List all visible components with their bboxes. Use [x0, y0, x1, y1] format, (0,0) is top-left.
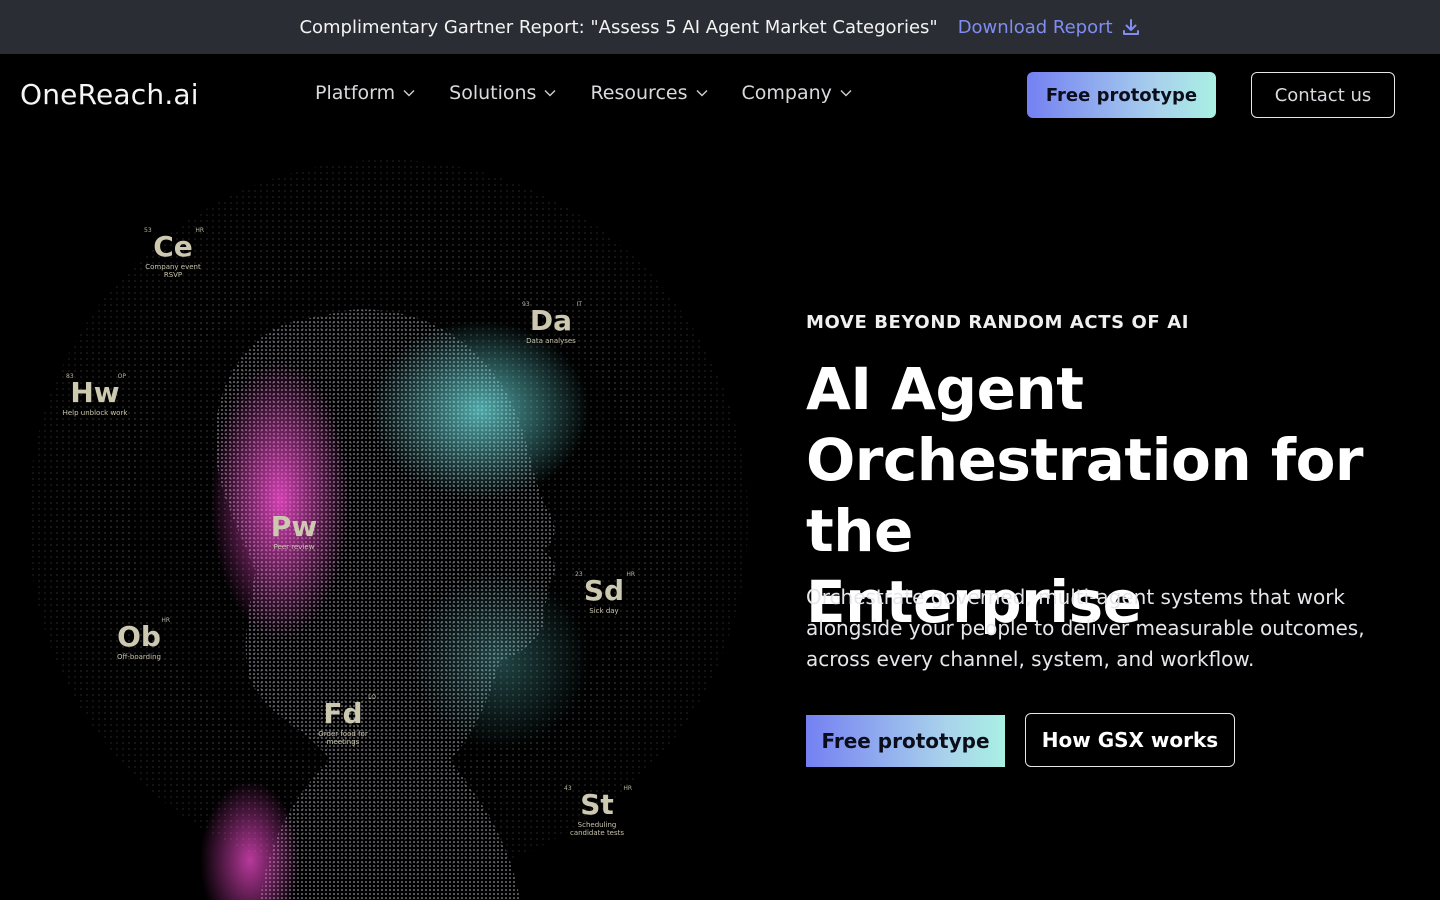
- tile-tag: OP: [117, 373, 126, 380]
- logo[interactable]: OneReach.ai: [20, 78, 199, 111]
- nav-item-solutions[interactable]: Solutions: [449, 82, 556, 104]
- tile-tag: HR: [161, 617, 170, 624]
- agent-tile-sd: 23 HR Sd Sick day: [571, 571, 637, 615]
- hero-free-prototype-button[interactable]: Free prototype: [806, 715, 1005, 767]
- headline-line: AI Agent: [806, 355, 1084, 423]
- tile-number: 93: [522, 301, 530, 308]
- nav-item-company[interactable]: Company: [742, 82, 852, 104]
- nav-menu: Platform Solutions Resources Company: [315, 82, 852, 104]
- tile-symbol: Pw: [270, 510, 318, 543]
- tile-symbol: Ob: [117, 620, 161, 653]
- tile-caption: Sick day: [589, 607, 619, 615]
- hero-subtext: Orchestrate governed, multi-agent system…: [806, 585, 1365, 671]
- hero-eyebrow: MOVE BEYOND RANDOM ACTS OF AI: [806, 312, 1190, 333]
- chevron-down-icon: [696, 90, 707, 97]
- tile-caption: Scheduling candidate tests: [569, 821, 625, 837]
- agent-tile-hw: 83 OP Hw Help unblock work: [62, 373, 128, 417]
- nav-item-label: Solutions: [449, 82, 537, 104]
- tile-symbol: Sd: [583, 574, 625, 607]
- tile-tag: HR: [195, 227, 204, 234]
- tile-number: 23: [575, 571, 583, 578]
- main-navigation: OneReach.ai Platform Solutions Resources…: [0, 54, 1440, 138]
- how-gsx-works-button[interactable]: How GSX works: [1025, 713, 1235, 767]
- agent-tile-pw: Pw Peer review: [261, 510, 327, 551]
- tile-tag: LO: [368, 694, 376, 701]
- hero-illustration: 53 HR Ce Company event RSVP 93 IT Da Dat…: [0, 140, 790, 900]
- agent-tile-fd: LO Fd Order food for meetings: [308, 694, 378, 746]
- chevron-down-icon: [840, 90, 852, 97]
- tile-caption: Off-boarding: [117, 653, 161, 661]
- chevron-down-icon: [544, 90, 556, 97]
- announcement-message: Complimentary Gartner Report: "Assess 5 …: [299, 16, 938, 38]
- tile-symbol: Hw: [70, 376, 120, 409]
- tile-tag: IT: [576, 301, 582, 308]
- download-icon: [1122, 19, 1139, 35]
- tile-number: 83: [66, 373, 74, 380]
- nav-item-label: Platform: [315, 82, 396, 104]
- chevron-down-icon: [403, 90, 415, 97]
- tile-caption: Company event RSVP: [145, 263, 201, 279]
- tile-caption: Peer review: [273, 543, 315, 551]
- nav-item-label: Resources: [590, 82, 688, 104]
- contact-us-button[interactable]: Contact us: [1251, 72, 1395, 118]
- agent-tile-da: 93 IT Da Data analyses: [518, 301, 584, 345]
- nav-item-label: Company: [741, 82, 832, 104]
- particle-portrait-image: [28, 160, 748, 900]
- tile-tag: HR: [623, 785, 632, 792]
- tile-caption: Data analyses: [526, 337, 576, 345]
- tile-symbol: St: [580, 788, 614, 821]
- tile-tag: HR: [626, 571, 635, 578]
- agent-tile-st: 43 HR St Scheduling candidate tests: [560, 785, 634, 837]
- nav-item-resources[interactable]: Resources: [590, 82, 707, 104]
- announcement-bar: Complimentary Gartner Report: "Assess 5 …: [0, 0, 1440, 54]
- tile-number: 43: [564, 785, 572, 792]
- download-report-label: Download Report: [957, 16, 1113, 38]
- tile-symbol: Ce: [153, 230, 193, 263]
- tile-caption: Help unblock work: [62, 409, 128, 417]
- nav-free-prototype-button[interactable]: Free prototype: [1027, 72, 1216, 118]
- agent-tile-ce: 53 HR Ce Company event RSVP: [140, 227, 206, 279]
- tile-caption: Order food for meetings: [318, 730, 368, 746]
- nav-item-platform[interactable]: Platform: [315, 82, 415, 104]
- headline-line: Orchestration for the: [806, 426, 1364, 565]
- agent-tile-ob: HR Ob Off-boarding: [106, 617, 172, 661]
- tile-number: 53: [144, 227, 152, 234]
- tile-symbol: Da: [529, 304, 573, 337]
- download-report-link[interactable]: Download Report: [958, 17, 1141, 38]
- tile-symbol: Fd: [323, 697, 363, 730]
